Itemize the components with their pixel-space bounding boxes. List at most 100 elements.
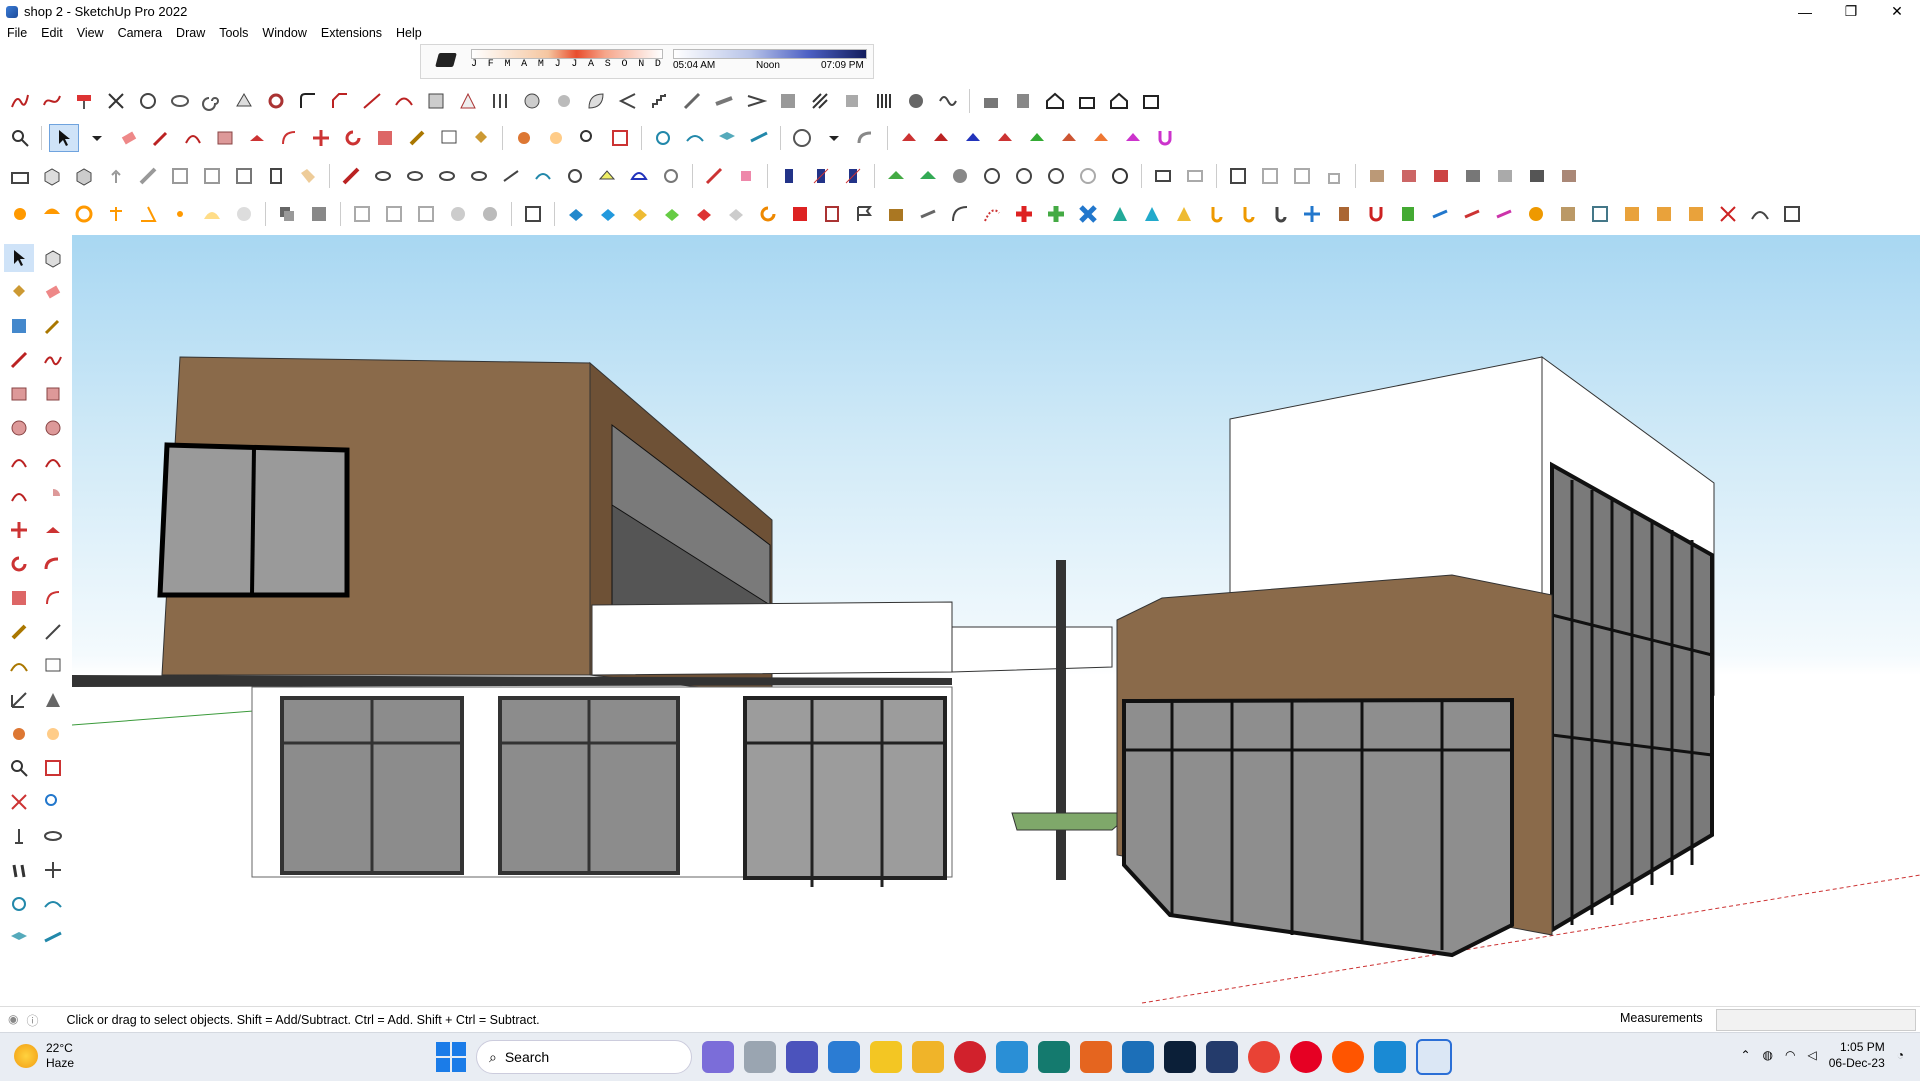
- magnet-icon[interactable]: [1151, 125, 1179, 151]
- weather-widget[interactable]: 22°C Haze: [14, 1041, 74, 1071]
- zoom-icon[interactable]: [6, 125, 34, 151]
- shadow-toggle-icon[interactable]: [435, 53, 457, 67]
- start-button[interactable]: [436, 1042, 466, 1072]
- lamp-icon[interactable]: [102, 201, 130, 227]
- eraser-icon[interactable]: [115, 125, 143, 151]
- menu-tools[interactable]: Tools: [212, 26, 255, 40]
- stripes-icon[interactable]: [806, 88, 834, 114]
- zoom-tool-icon[interactable]: [4, 754, 34, 782]
- zoom-extents-icon[interactable]: [606, 125, 634, 151]
- tag-icon[interactable]: [294, 163, 322, 189]
- rotate-icon[interactable]: [339, 125, 367, 151]
- paint-bucket-icon[interactable]: [467, 125, 495, 151]
- spiral-icon[interactable]: [198, 88, 226, 114]
- hand-icon[interactable]: [550, 88, 578, 114]
- fillet-icon[interactable]: [294, 88, 322, 114]
- compass-icon[interactable]: [1298, 201, 1326, 227]
- photoshop-app-icon[interactable]: [1164, 1041, 1196, 1073]
- menu-view[interactable]: View: [70, 26, 111, 40]
- styles-5-icon[interactable]: [1074, 163, 1102, 189]
- sketchup-taskbar-icon[interactable]: [1206, 1041, 1238, 1073]
- zigzag-icon[interactable]: [742, 88, 770, 114]
- curve-loft-2-icon[interactable]: [401, 163, 429, 189]
- paint-bucket-icon[interactable]: [4, 278, 34, 306]
- shape-icon[interactable]: [230, 88, 258, 114]
- teams-app-icon[interactable]: [786, 1041, 818, 1073]
- views-front-icon[interactable]: [1288, 163, 1316, 189]
- curve-loft-3-icon[interactable]: [433, 163, 461, 189]
- cross-green-icon[interactable]: [1042, 201, 1070, 227]
- views-top-icon[interactable]: [1256, 163, 1284, 189]
- octagon-icon[interactable]: [1522, 201, 1550, 227]
- styles-icon[interactable]: [946, 163, 974, 189]
- warehouse-icon[interactable]: [977, 88, 1005, 114]
- chevron-up-icon[interactable]: ⌃: [1740, 1048, 1750, 1062]
- move-tool-icon[interactable]: [4, 516, 34, 544]
- loop-blue-icon[interactable]: [625, 163, 653, 189]
- rotate-orange-icon[interactable]: [754, 201, 782, 227]
- materials-icon[interactable]: [1363, 163, 1391, 189]
- flag-icon[interactable]: [850, 201, 878, 227]
- cone-2-icon[interactable]: [1138, 201, 1166, 227]
- account-dropdown-icon[interactable]: [820, 125, 848, 151]
- arrow-fold-2-icon[interactable]: [1458, 201, 1486, 227]
- sandbox-icon[interactable]: [649, 125, 677, 151]
- arrow-fold-icon[interactable]: [614, 88, 642, 114]
- face-green-icon[interactable]: [658, 201, 686, 227]
- rectangle-tool-icon[interactable]: [4, 380, 34, 408]
- minimize-button[interactable]: —: [1782, 0, 1828, 23]
- face-gray-icon[interactable]: [722, 201, 750, 227]
- push-pull-icon[interactable]: [243, 125, 271, 151]
- grid-orange-3-icon[interactable]: [1682, 201, 1710, 227]
- menu-edit[interactable]: Edit: [34, 26, 70, 40]
- pipe-icon[interactable]: [710, 88, 738, 114]
- line-extend-icon[interactable]: [358, 88, 386, 114]
- walk-icon[interactable]: [4, 856, 34, 884]
- solid-merge-icon[interactable]: [1087, 125, 1115, 151]
- menu-draw[interactable]: Draw: [169, 26, 212, 40]
- eraser-pink-icon[interactable]: [732, 163, 760, 189]
- hook-3-icon[interactable]: [1266, 201, 1294, 227]
- position-camera-icon[interactable]: [4, 822, 34, 850]
- face-blue-icon[interactable]: [562, 201, 590, 227]
- rectangle-icon[interactable]: [211, 125, 239, 151]
- globe-icon[interactable]: [230, 201, 258, 227]
- polygon-tool-icon[interactable]: [38, 414, 68, 442]
- sandbox-scratch-icon[interactable]: [38, 890, 68, 918]
- hook-2-icon[interactable]: [1234, 201, 1262, 227]
- terrain-icon[interactable]: [681, 125, 709, 151]
- hatch-icon[interactable]: [774, 88, 802, 114]
- shadow-settings-icon[interactable]: [6, 201, 34, 227]
- arc-tool-icon[interactable]: [4, 448, 34, 476]
- cylinder-icon[interactable]: [1330, 201, 1358, 227]
- scale-icon[interactable]: [371, 125, 399, 151]
- zoom-tool-icon[interactable]: [574, 125, 602, 151]
- gear-shape-icon[interactable]: [134, 88, 162, 114]
- delete-points-icon[interactable]: [1714, 201, 1742, 227]
- sphere-icon[interactable]: [902, 88, 930, 114]
- dots-curve-icon[interactable]: [978, 201, 1006, 227]
- rotated-rect-icon[interactable]: [38, 380, 68, 408]
- diagonal-icon[interactable]: [678, 88, 706, 114]
- pyramid-icon[interactable]: [454, 88, 482, 114]
- cross-blue-icon[interactable]: [1074, 201, 1102, 227]
- xray-icon[interactable]: [348, 201, 376, 227]
- curve-loft-4-icon[interactable]: [465, 163, 493, 189]
- protractor-tool-icon[interactable]: [4, 652, 34, 680]
- layout-icon[interactable]: [1149, 163, 1177, 189]
- opera-app-icon[interactable]: [954, 1041, 986, 1073]
- b-shape-icon[interactable]: [1394, 201, 1422, 227]
- styles-4-icon[interactable]: [1042, 163, 1070, 189]
- grid-orange-2-icon[interactable]: [1650, 201, 1678, 227]
- pie-tool-icon[interactable]: [38, 482, 68, 510]
- info-icon[interactable]: ⓘ: [26, 1012, 38, 1029]
- curve-loft-7-icon[interactable]: [561, 163, 589, 189]
- wave-icon[interactable]: [934, 88, 962, 114]
- grid-orange-icon[interactable]: [1618, 201, 1646, 227]
- taskbar-search[interactable]: ⌕ Search: [476, 1040, 692, 1074]
- materials-6-icon[interactable]: [1523, 163, 1551, 189]
- stack-icon[interactable]: [1554, 201, 1582, 227]
- arrow-right-icon[interactable]: [1426, 201, 1454, 227]
- terrain-stamp-icon[interactable]: [914, 163, 942, 189]
- select-cube-icon[interactable]: [519, 201, 547, 227]
